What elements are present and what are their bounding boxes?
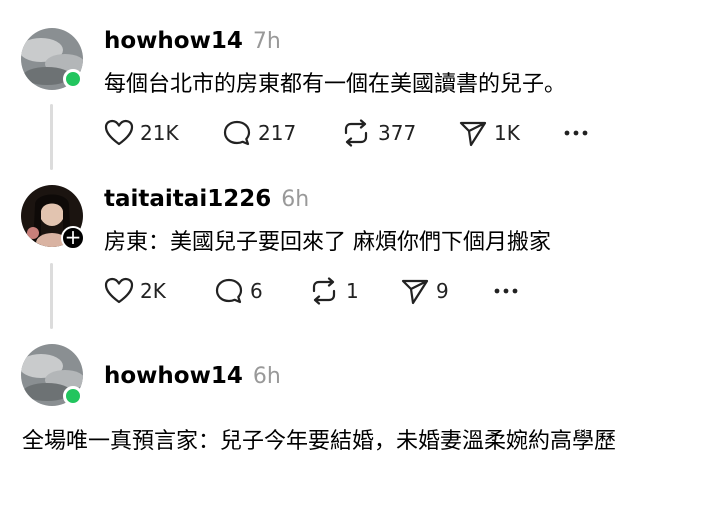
like-button[interactable]: 21K xyxy=(104,118,179,148)
timestamp: 6h xyxy=(252,364,281,389)
repost-button[interactable]: 1 xyxy=(308,276,359,306)
thread-line xyxy=(50,104,53,170)
share-count: 1K xyxy=(494,121,520,145)
comment-bubble-icon xyxy=(223,120,251,146)
username[interactable]: howhow14 xyxy=(104,363,243,389)
repost-count: 377 xyxy=(378,121,417,145)
send-icon xyxy=(459,121,487,147)
like-button[interactable]: 2K xyxy=(104,276,166,306)
share-button[interactable]: 9 xyxy=(400,276,449,306)
timestamp: 6h xyxy=(281,187,310,212)
like-count: 2K xyxy=(140,279,166,303)
comment-count: 6 xyxy=(250,279,263,303)
send-icon xyxy=(401,279,429,305)
repost-icon xyxy=(344,119,368,147)
more-options-button[interactable] xyxy=(494,276,518,306)
post-header: taitaitai1226 6h xyxy=(104,186,309,212)
heart-icon xyxy=(104,277,134,304)
comment-button[interactable]: 6 xyxy=(214,276,263,306)
post-text: 全場唯一真預言家：兒子今年要結婚，未婚妻溫柔婉約高學歷 xyxy=(22,429,617,454)
post-text: 每個台北市的房東都有一個在美國讀書的兒子。 xyxy=(104,72,567,97)
comment-button[interactable]: 217 xyxy=(222,118,296,148)
online-status-icon xyxy=(63,386,83,406)
repost-count: 1 xyxy=(346,279,359,303)
heart-icon xyxy=(104,119,134,146)
share-count: 9 xyxy=(436,279,449,303)
post-header: howhow14 6h xyxy=(104,363,281,389)
comment-count: 217 xyxy=(258,121,297,145)
timestamp: 7h xyxy=(252,29,281,54)
username[interactable]: howhow14 xyxy=(104,28,243,54)
like-count: 21K xyxy=(140,121,179,145)
username[interactable]: taitaitai1226 xyxy=(104,186,271,212)
follow-plus-icon[interactable]: + xyxy=(61,226,85,250)
more-options-button[interactable] xyxy=(564,118,588,148)
thread-line xyxy=(50,263,53,329)
repost-button[interactable]: 377 xyxy=(340,118,416,148)
repost-icon xyxy=(312,277,336,305)
post-text: 房東：美國兒子要回來了 麻煩你們下個月搬家 xyxy=(104,230,551,255)
more-dots-icon xyxy=(564,130,588,136)
more-dots-icon xyxy=(494,288,518,294)
post-header: howhow14 7h xyxy=(104,28,281,54)
share-button[interactable]: 1K xyxy=(458,118,520,148)
comment-bubble-icon xyxy=(215,278,243,304)
online-status-icon xyxy=(63,69,83,89)
